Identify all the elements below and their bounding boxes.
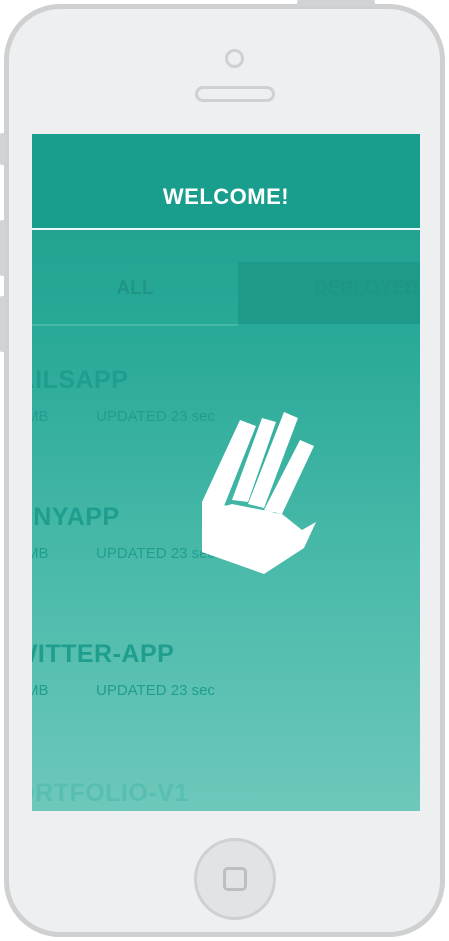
list-item[interactable]: PORTFOLIO-V1 — [32, 779, 420, 811]
home-square-icon — [223, 867, 247, 891]
volume-up-button[interactable] — [0, 220, 5, 276]
tab-all[interactable]: ALL — [32, 262, 238, 326]
earpiece-speaker — [195, 86, 275, 102]
volume-down-button[interactable] — [0, 296, 5, 352]
power-button[interactable] — [297, 0, 375, 6]
app-size: MB — [32, 682, 49, 699]
tab-bar: ALL DEPLOYED — [32, 262, 420, 326]
app-updated: UPDATED 23 sec — [96, 682, 215, 699]
header-divider — [32, 228, 420, 230]
app-size: MB — [32, 545, 49, 562]
app-size: MB — [32, 408, 49, 425]
welcome-title: WELCOME! — [162, 184, 290, 209]
home-button[interactable] — [194, 838, 276, 920]
app-name: PORTFOLIO-V1 — [32, 779, 189, 807]
app-header — [32, 134, 420, 228]
app-name: TWITTER-APP — [32, 640, 175, 668]
screen: ALL DEPLOYED RAILSAPP MB UPDATED 23 sec … — [32, 134, 420, 811]
tab-deployed[interactable]: DEPLOYED — [238, 262, 420, 324]
mute-switch[interactable] — [0, 133, 5, 165]
app-name: TONYAPP — [32, 503, 120, 531]
front-camera — [225, 49, 244, 68]
waving-hand-icon — [202, 412, 316, 574]
app-name: RAILSAPP — [32, 366, 129, 394]
list-item[interactable]: TWITTER-APP MB UPDATED 23 sec — [32, 640, 420, 720]
